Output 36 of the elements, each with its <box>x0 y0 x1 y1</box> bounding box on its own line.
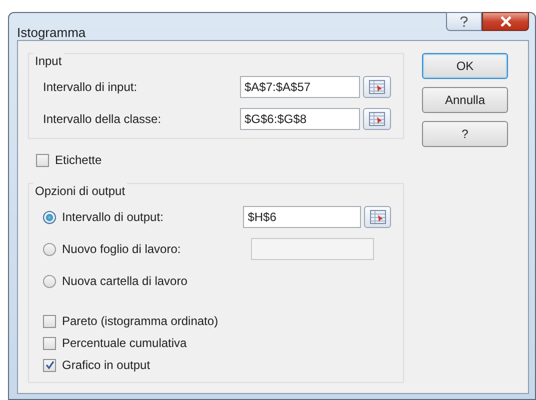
checkmark-icon <box>44 360 54 370</box>
radio-option[interactable]: Nuovo foglio di lavoro: <box>35 238 251 260</box>
checkbox[interactable] <box>43 358 56 372</box>
range-input-field[interactable]: $A$7:$A$57 <box>240 76 360 98</box>
checkbox-row[interactable]: Pareto (istogramma ordinato) <box>35 310 218 332</box>
radio-option[interactable]: Nuova cartella di lavoro <box>35 270 251 292</box>
checkbox-row[interactable]: Grafico in output <box>35 354 150 376</box>
radio-button[interactable] <box>43 210 56 224</box>
checkbox[interactable] <box>36 154 49 166</box>
question-mark-icon <box>459 16 469 28</box>
radio-button[interactable] <box>43 274 56 288</box>
range-picker-button[interactable] <box>363 76 391 98</box>
checkbox-row[interactable]: Percentuale cumulativa <box>35 332 187 354</box>
help-button[interactable] <box>446 12 482 31</box>
window-title: Istogramma <box>17 25 86 40</box>
dialog-button[interactable]: Annulla <box>422 87 508 113</box>
group-title: Opzioni di output <box>33 182 128 198</box>
range-input-field[interactable]: $H$6 <box>242 206 362 228</box>
radio-button[interactable] <box>43 242 56 256</box>
dialog-button[interactable]: OK <box>422 53 508 79</box>
field-label: Intervallo della classe: <box>42 112 162 126</box>
range-select-icon <box>369 80 386 94</box>
range-input-field[interactable]: $G$6:$G$8 <box>240 108 360 130</box>
range-select-icon <box>370 210 386 224</box>
checkbox[interactable] <box>43 336 56 350</box>
range-picker-button[interactable] <box>364 206 391 228</box>
close-icon <box>500 16 512 27</box>
checkbox-row[interactable]: Etichette <box>28 149 102 171</box>
close-button[interactable] <box>482 12 529 31</box>
range-select-icon <box>369 112 386 126</box>
dialog-button[interactable]: ? <box>422 121 508 147</box>
group-title: Input <box>33 52 64 68</box>
radio-option[interactable]: Intervallo di output: <box>35 206 243 228</box>
checkbox[interactable] <box>43 314 56 328</box>
field-label: Intervallo di input: <box>42 80 138 94</box>
range-picker-button[interactable] <box>363 108 391 130</box>
